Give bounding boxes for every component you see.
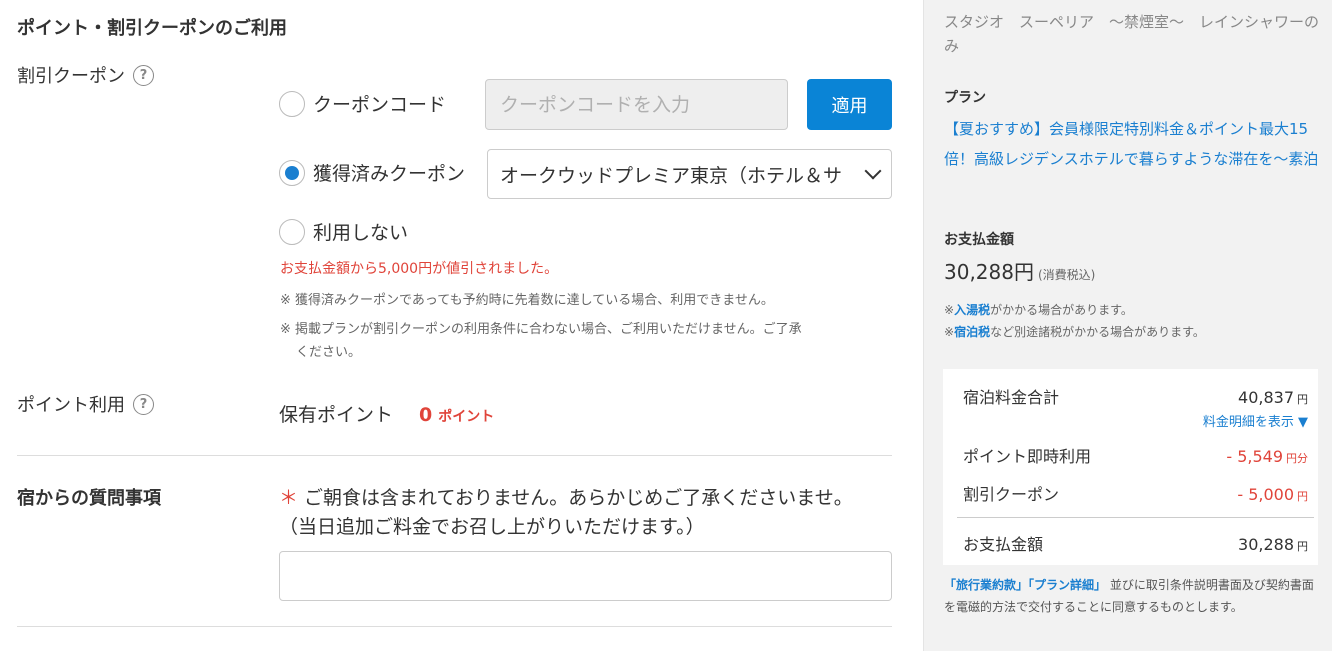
discount-message: お支払金額から5,000円が値引されました。	[280, 261, 559, 277]
required-mark: ＊	[279, 487, 299, 509]
pay-total-label: お支払金額	[963, 535, 1044, 554]
apply-button[interactable]: 適用	[807, 79, 892, 130]
tax-note-2-suffix: など別途諸税がかかる場合があります。	[990, 325, 1205, 339]
held-points-value: 0	[419, 404, 433, 426]
plan-label: プラン	[944, 90, 986, 106]
question-title: 宿からの質問事項	[17, 488, 161, 509]
pay-total-row: お支払金額 30,288 円	[963, 531, 1308, 555]
terms-agreement: 「旅行業約款」「プラン詳細」 並びに取引条件説明書面及び契約書面を電磁的方法で交…	[944, 574, 1314, 618]
points-used-label: ポイント即時利用	[963, 447, 1092, 466]
yen-unit: 円	[1013, 260, 1034, 284]
radio-button[interactable]	[279, 90, 305, 117]
plan-detail-link[interactable]: 「プラン詳細」	[1028, 578, 1106, 592]
help-icon[interactable]: ?	[133, 64, 154, 86]
radio-acquired-coupon-label: 獲得済みクーポン	[313, 163, 466, 185]
coupon-discount-row: 割引クーポン - 5,000 円	[963, 481, 1308, 505]
radio-coupon-code[interactable]: クーポンコード	[279, 90, 446, 117]
points-coupon-form: ポイント・割引クーポンのご利用 割引クーポン ? クーポンコード 適用 獲得済み…	[0, 0, 923, 651]
coupon-select[interactable]: オークウッドプレミア東京（ホテル＆サ	[487, 149, 892, 199]
tax-note-prefix: ※	[944, 303, 955, 317]
question-text: ＊ご朝食は含まれておりません。あらかじめご了承くださいませ。 （当日追加ご料金で…	[279, 484, 853, 542]
yen-unit: 円	[1297, 540, 1308, 553]
section-title: ポイント・割引クーポンのご利用	[17, 18, 287, 39]
radio-button[interactable]	[279, 218, 305, 245]
coupon-note-2: ※ 掲載プランが割引クーポンの利用条件に合わない場合、ご利用いただけません。ご了…	[280, 318, 892, 364]
radio-button-selected[interactable]	[279, 159, 305, 186]
coupon-note-2-line2: ください。	[296, 345, 362, 360]
coupon-row-label: 割引クーポン ?	[17, 62, 154, 88]
radio-no-coupon-label: 利用しない	[313, 222, 409, 244]
coupon-discount-label: 割引クーポン	[963, 485, 1060, 504]
points-row-label: ポイント利用 ?	[17, 391, 154, 417]
chevron-down-icon	[864, 162, 882, 180]
yen-unit: 円分	[1286, 452, 1308, 465]
summary-sidebar: スタジオ スーペリア ～禁煙室～ レインシャワーのみ プラン 【夏おすすめ】会員…	[923, 0, 1332, 651]
tax-included: (消費税込)	[1037, 268, 1096, 282]
points-label: ポイント利用	[17, 395, 125, 416]
held-points-label: 保有ポイント	[279, 404, 394, 426]
lodging-tax-link[interactable]: 宿泊税	[954, 325, 990, 339]
radio-coupon-code-label: クーポンコード	[313, 94, 447, 116]
divider	[17, 626, 892, 627]
question-answer-input[interactable]	[279, 551, 892, 601]
divider	[17, 455, 892, 456]
coupon-label: 割引クーポン	[17, 66, 125, 87]
tax-note-2: ※宿泊税など別途諸税がかかる場合があります。	[944, 323, 1205, 340]
question-line-1: ご朝食は含まれておりません。あらかじめご了承くださいませ。	[304, 487, 853, 509]
tax-note-1-suffix: がかかる場合があります。	[990, 303, 1133, 317]
yen-unit: 円	[1297, 393, 1308, 406]
divider	[957, 517, 1314, 518]
coupon-note-2-line1: ※ 掲載プランが割引クーポンの利用条件に合わない場合、ご利用いただけません。ご了…	[280, 322, 802, 337]
held-points: 保有ポイント 0 ポイント	[279, 400, 494, 427]
show-price-detail-link[interactable]: 料金明細を表示 ▼	[1203, 411, 1308, 430]
question-line-2: （当日追加ご料金でお召し上がりいただけます。）	[279, 516, 705, 538]
help-icon[interactable]: ?	[133, 393, 154, 415]
tax-note-1: ※入湯税がかかる場合があります。	[944, 301, 1133, 318]
stay-total-row: 宿泊料金合計 40,837 円	[963, 384, 1308, 408]
tax-note-prefix: ※	[944, 325, 955, 339]
coupon-discount-value: - 5,000	[1237, 485, 1294, 504]
coupon-select-value: オークウッドプレミア東京（ホテル＆サ	[500, 164, 843, 187]
points-used-row: ポイント即時利用 - 5,549 円分	[963, 443, 1308, 467]
stay-total-value: 40,837	[1238, 388, 1294, 407]
radio-no-coupon[interactable]: 利用しない	[279, 218, 408, 245]
pay-total-value: 30,288	[1238, 535, 1294, 554]
room-name: スタジオ スーペリア ～禁煙室～ レインシャワーのみ	[944, 13, 1320, 55]
points-unit: ポイント	[438, 409, 495, 425]
pay-amount: 30,288	[944, 260, 1014, 284]
stay-total-label: 宿泊料金合計	[963, 388, 1060, 407]
price-breakdown: 宿泊料金合計 40,837 円 料金明細を表示 ▼ ポイント即時利用 - 5,54…	[943, 369, 1318, 565]
radio-dot	[285, 165, 299, 180]
plan-name-link[interactable]: 【夏おすすめ】会員様限定特別料金＆ポイント最大15倍！高級レジデンスホテルで暮ら…	[944, 114, 1324, 174]
bath-tax-link[interactable]: 入湯税	[954, 303, 990, 317]
coupon-note-1: ※ 獲得済みクーポンであっても予約時に先着数に達している場合、利用できません。	[280, 293, 774, 308]
pay-label: お支払金額	[944, 232, 1014, 248]
radio-acquired-coupon[interactable]: 獲得済みクーポン	[279, 159, 465, 186]
points-used-value: - 5,549	[1226, 447, 1283, 466]
yen-unit: 円	[1297, 490, 1308, 503]
travel-terms-link[interactable]: 「旅行業約款」	[944, 578, 1028, 592]
coupon-code-input[interactable]	[485, 79, 788, 130]
pay-total: 30,288円 (消費税込)	[944, 256, 1095, 285]
